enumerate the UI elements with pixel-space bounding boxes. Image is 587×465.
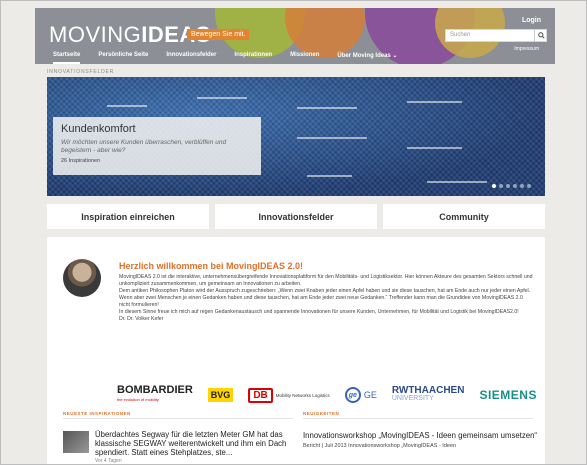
inspiration-thumbnail: [63, 431, 89, 453]
slider-dot[interactable]: [506, 184, 510, 188]
site-header: MOVINGIDEAS Bewegen Sie mit. Login Suche…: [35, 8, 555, 64]
hero-count: 26 Inspirationen: [61, 158, 101, 164]
hero-caption[interactable]: Kundenkomfort Wir möchten unsere Kunden …: [53, 117, 261, 175]
nav-innovationsfelder[interactable]: Innovationsfelder: [166, 52, 216, 64]
decor-pattern: [107, 105, 147, 107]
welcome-text: MovingIDEAS 2.0 ist die interaktive, unt…: [119, 274, 535, 323]
news-item[interactable]: Innovationsworkshop „MovingIDEAS - Ideen…: [303, 431, 539, 450]
bombardier-sub: the evolution of mobility: [117, 397, 159, 402]
welcome-paragraph: MovingIDEAS 2.0 ist die interaktive, unt…: [119, 274, 533, 287]
search-input[interactable]: Suchen: [445, 29, 547, 42]
news-heading: NEUIGKEITEN: [303, 411, 533, 419]
nav-persoenliche-seite[interactable]: Persönliche Seite: [98, 52, 148, 64]
slider-dot[interactable]: [499, 184, 503, 188]
welcome-paragraph: Dem antiken Philosophen Platon wird der …: [119, 288, 531, 308]
avatar: [63, 259, 101, 297]
decor-pattern: [407, 147, 462, 149]
logo-light: MOVING: [49, 22, 142, 47]
nav-ueber-moving-ideas[interactable]: Über Moving Ideas ⌄: [337, 52, 397, 64]
hero-slider[interactable]: Kundenkomfort Wir möchten unsere Kunden …: [47, 77, 545, 196]
main-nav: Startseite Persönliche Seite Innovations…: [35, 52, 555, 64]
main-content: Herzlich willkommen bei MovingIDEAS 2.0!…: [47, 237, 545, 464]
action-buttons: Inspiration einreichen Innovationsfelder…: [47, 204, 545, 229]
slider-pager: [492, 184, 531, 188]
ge-name: GE: [363, 390, 377, 400]
login-link[interactable]: Login: [522, 17, 541, 24]
siemens-logo[interactable]: SIEMENS: [479, 388, 537, 402]
decor-pattern: [297, 107, 357, 109]
latest-inspirations-heading: NEUESTE INSPIRATIONEN: [63, 411, 293, 419]
search-icon[interactable]: [534, 29, 547, 42]
hero-text: Wir möchten unsere Kunden überraschen, v…: [61, 139, 227, 154]
hero-title: Kundenkomfort: [61, 123, 136, 135]
news-text: Bericht | Juli 2013 Innovationsworkshop …: [303, 443, 457, 449]
bombardier-logo[interactable]: BOMBARDIER the evolution of mobility: [117, 385, 193, 404]
news-title[interactable]: Innovationsworkshop „MovingIDEAS - Ideen…: [303, 431, 539, 440]
decor-pattern: [307, 175, 352, 177]
ge-logo[interactable]: ge GE: [344, 387, 377, 403]
inspiration-einreichen-button[interactable]: Inspiration einreichen: [47, 204, 209, 229]
db-mark: DB: [248, 387, 273, 403]
welcome-paragraph: In diesem Sinne freue ich mich auf regen…: [119, 309, 519, 315]
inspiration-title[interactable]: Überdachtes Segway für die letzten Meter…: [95, 430, 295, 457]
ge-icon: ge: [344, 387, 361, 403]
innovationsfelder-button[interactable]: Innovationsfelder: [215, 204, 377, 229]
db-sub: Mobility Networks Logistics: [275, 392, 330, 398]
rwth-sub: UNIVERSITY: [391, 395, 434, 402]
browser-frame: MOVINGIDEAS Bewegen Sie mit. Login Suche…: [0, 0, 587, 465]
rwth-logo[interactable]: RWTHAACHEN UNIVERSITY: [391, 386, 465, 403]
nav-inspirationen[interactable]: Inspirationen: [234, 52, 272, 64]
decor-pattern: [297, 137, 367, 139]
bvg-logo[interactable]: BVG: [207, 388, 234, 402]
slider-dot[interactable]: [527, 184, 531, 188]
slider-dot[interactable]: [492, 184, 496, 188]
decor-pattern: [407, 101, 462, 103]
decor-pattern: [427, 181, 487, 183]
nav-startseite[interactable]: Startseite: [53, 52, 81, 64]
db-logo[interactable]: DB Mobility Networks Logistics: [248, 387, 330, 403]
community-button[interactable]: Community: [383, 204, 545, 229]
tagline: Bewegen Sie mit.: [187, 29, 250, 40]
decor-circle: [285, 8, 365, 58]
slider-dot[interactable]: [520, 184, 524, 188]
breadcrumb: INNOVATIONSFELDER: [47, 69, 115, 75]
signature: Dr. Dr. Volker Kefer: [119, 316, 164, 322]
decor-pattern: [197, 97, 247, 99]
nav-missionen[interactable]: Missionen: [290, 52, 319, 64]
slider-dot[interactable]: [513, 184, 517, 188]
inspiration-date: Vor 4 Tagen: [95, 458, 122, 464]
partner-logos: BOMBARDIER the evolution of mobility BVG …: [117, 383, 537, 407]
welcome-heading: Herzlich willkommen bei MovingIDEAS 2.0!: [119, 261, 304, 271]
